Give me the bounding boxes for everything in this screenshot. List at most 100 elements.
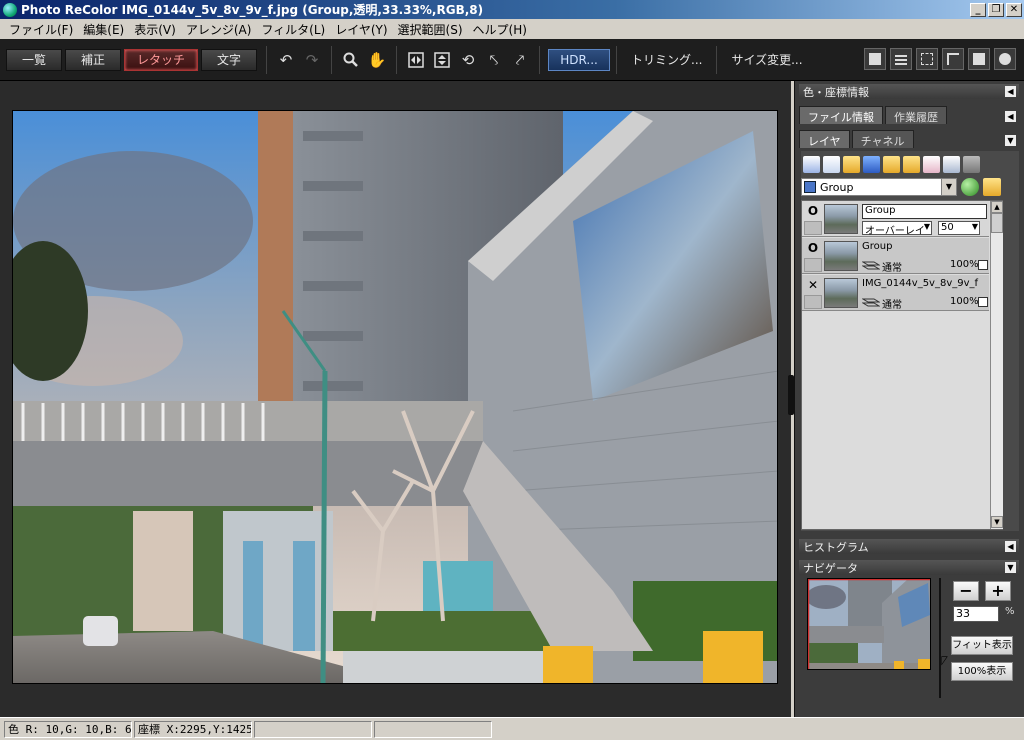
flip-vertical-icon[interactable] <box>429 47 455 73</box>
back-arrow-icon[interactable] <box>961 178 979 196</box>
tab-text[interactable]: 文字 <box>201 48 258 71</box>
status-bar: 色 R: 10,G: 10,B: 6 座標 X:2295,Y:1425 <box>0 717 1024 740</box>
hand-icon[interactable]: ✋ <box>364 47 390 73</box>
crop-icon[interactable] <box>942 48 964 70</box>
tab-history[interactable]: 作業履歴 <box>885 106 947 124</box>
canvas-area[interactable] <box>0 81 791 717</box>
fullscreen-icon[interactable] <box>968 48 990 70</box>
info-collapse: ◀ <box>1001 109 1019 124</box>
visibility-toggle[interactable]: ✕ <box>804 278 822 294</box>
layer-panel: Group ▼ O Group オーバーレイ ▼ 50 ▼ O Group 通常… <box>801 151 1019 531</box>
chevron-down-icon: ▼ <box>923 222 930 231</box>
layer-row[interactable]: ✕ IMG_0144v_5v_8v_9v_f 通常 100% <box>802 275 989 311</box>
layer-row[interactable]: O Group オーバーレイ ▼ 50 ▼ <box>802 201 989 237</box>
duplicate-layer-icon[interactable] <box>823 155 840 173</box>
zoom-in-button[interactable]: + <box>985 581 1011 601</box>
collapse-left-icon[interactable]: ◀ <box>1005 541 1016 552</box>
navigator-thumbnail[interactable] <box>807 578 931 670</box>
trimming-button[interactable]: トリミング... <box>623 51 710 68</box>
tab-layer[interactable]: レイヤ <box>799 130 850 148</box>
rotate-icon[interactable]: ⟲ <box>455 47 481 73</box>
up-folder-icon[interactable] <box>983 178 1001 196</box>
layer-checkbox[interactable] <box>978 297 988 307</box>
collapse-down-icon[interactable]: ▼ <box>1005 562 1016 573</box>
zoom-slider-handle[interactable]: ◸ <box>941 653 947 667</box>
scroll-up-icon[interactable]: ▲ <box>991 201 1003 213</box>
zoom-slider-track[interactable] <box>939 578 941 698</box>
tab-list[interactable]: 一覧 <box>6 48 62 71</box>
crosshair-icon[interactable] <box>916 48 938 70</box>
layer-scrollbar[interactable]: ▲ ▼ <box>990 201 1003 529</box>
status-cell-empty <box>254 720 372 738</box>
scroll-down-icon[interactable]: ▼ <box>991 516 1003 528</box>
toolbar-divider <box>266 45 268 74</box>
actual-size-button[interactable]: 100%表示 <box>951 662 1013 681</box>
menu-help[interactable]: ヘルプ(H) <box>468 21 532 38</box>
lock-toggle[interactable] <box>804 295 822 309</box>
toolbar-divider <box>716 45 718 74</box>
fit-view-button[interactable]: フィット表示 <box>951 636 1013 655</box>
blend-mode-select[interactable]: オーバーレイ ▼ <box>862 221 932 237</box>
tab-retouch[interactable]: レタッチ <box>124 48 199 71</box>
visibility-toggle[interactable]: O <box>804 204 822 220</box>
coordinate-readout: 座標 X:2295,Y:1425 <box>134 720 252 738</box>
menu-file[interactable]: ファイル(F) <box>4 21 78 38</box>
layer-row[interactable]: O Group 通常 100% <box>802 238 989 274</box>
grid-view-icon[interactable] <box>890 48 912 70</box>
collapse-down-icon[interactable]: ▼ <box>1005 135 1016 146</box>
menu-selection[interactable]: 選択範囲(S) <box>393 21 468 38</box>
close-button[interactable]: ✕ <box>1006 2 1022 17</box>
new-layer-icon[interactable] <box>803 155 820 173</box>
redo-icon[interactable]: ↷ <box>299 47 325 73</box>
restore-button[interactable]: ❐ <box>988 2 1004 17</box>
hdr-button[interactable]: HDR... <box>548 48 611 71</box>
tab-correct[interactable]: 補正 <box>65 48 121 71</box>
window-title: Photo ReColor IMG_0144v_5v_8v_9v_f.jpg (… <box>21 3 484 17</box>
opacity-select[interactable]: 50 ▼ <box>938 221 980 235</box>
chevron-down-icon[interactable]: ▼ <box>941 179 956 195</box>
minimize-button[interactable]: _ <box>970 2 986 17</box>
menu-layer[interactable]: レイヤ(Y) <box>330 21 392 38</box>
visibility-toggle[interactable]: O <box>804 241 822 257</box>
open-folder-icon[interactable] <box>843 155 860 173</box>
rotate-right-icon[interactable]: ⤤ <box>507 47 533 73</box>
tab-channel[interactable]: チャネル <box>851 130 914 148</box>
toolbar-divider <box>539 45 541 74</box>
trash-icon[interactable] <box>963 155 980 173</box>
collapse-left-icon[interactable]: ◀ <box>1005 111 1016 122</box>
rotate-left-icon[interactable]: ⤣ <box>481 47 507 73</box>
zoom-icon[interactable] <box>338 47 364 73</box>
folder-icon[interactable] <box>883 155 900 173</box>
properties-icon[interactable] <box>923 155 940 173</box>
menu-view[interactable]: 表示(V) <box>129 21 181 38</box>
layer-copy-icon[interactable] <box>943 155 960 173</box>
photo-image[interactable] <box>12 110 778 684</box>
layer-name-input[interactable]: Group <box>862 204 987 219</box>
merge-icon[interactable] <box>863 155 880 173</box>
blend-icon <box>861 296 881 308</box>
color-coord-panel-header[interactable]: 色・座標情報 ◀ <box>799 84 1019 99</box>
zoom-out-button[interactable]: − <box>953 581 979 601</box>
toolbar-divider <box>616 45 618 74</box>
group-folder-icon[interactable] <box>903 155 920 173</box>
flip-horizontal-icon[interactable] <box>403 47 429 73</box>
single-view-icon[interactable] <box>864 48 886 70</box>
scroll-thumb[interactable] <box>991 213 1003 233</box>
histogram-panel-header[interactable]: ヒストグラム ◀ <box>799 539 1019 554</box>
resize-button[interactable]: サイズ変更... <box>723 51 810 68</box>
menu-arrange[interactable]: アレンジ(A) <box>181 21 257 38</box>
lock-toggle[interactable] <box>804 258 822 272</box>
group-select[interactable]: Group ▼ <box>801 178 957 196</box>
lock-toggle[interactable] <box>804 221 822 235</box>
layer-checkbox[interactable] <box>978 260 988 270</box>
menu-filter[interactable]: フィルタ(L) <box>256 21 330 38</box>
menu-edit[interactable]: 編集(E) <box>78 21 129 38</box>
zoom-input[interactable]: 33 <box>953 606 999 622</box>
circle-view-icon[interactable] <box>994 48 1016 70</box>
chevron-down-icon: ▼ <box>971 222 978 231</box>
tab-file-info[interactable]: ファイル情報 <box>799 106 883 124</box>
collapse-left-icon[interactable]: ◀ <box>1005 86 1016 97</box>
window-controls: _ ❐ ✕ <box>970 2 1022 17</box>
navigator-panel-header[interactable]: ナビゲータ ▼ <box>799 560 1019 575</box>
undo-icon[interactable]: ↶ <box>273 47 299 73</box>
